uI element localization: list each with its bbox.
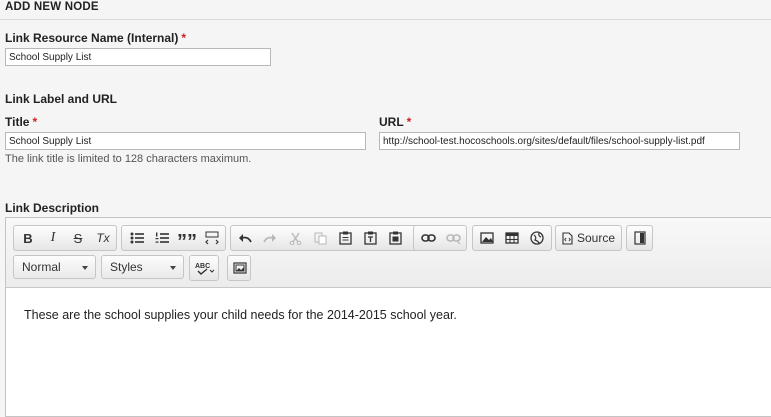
source-label: Source (577, 231, 616, 245)
link-icon (420, 234, 436, 242)
globe-icon (530, 231, 544, 245)
editor-toolbar: B I S Tx ”” Source Normal Styles ABC (6, 218, 771, 288)
insert-image-button[interactable] (475, 226, 499, 250)
format-value: Normal (22, 260, 61, 274)
editor-content[interactable]: These are the school supplies your child… (24, 308, 457, 322)
clipboard-group (230, 225, 418, 251)
spellcheck-icon: ABC (195, 263, 215, 275)
rich-text-editor: B I S Tx ”” Source Normal Styles ABC The… (5, 217, 771, 417)
iframe-button[interactable] (525, 226, 549, 250)
media-icon (233, 262, 247, 274)
redo-icon (263, 234, 276, 243)
scissors-icon (289, 232, 301, 245)
clipboard-icon (338, 231, 352, 245)
templates-icon (634, 231, 646, 245)
spellcheck-button[interactable]: ABC (191, 256, 219, 280)
url-label: URL * (379, 115, 411, 129)
remove-format-icon: Tx (96, 231, 110, 245)
template-group (626, 225, 653, 251)
required-asterisk: * (406, 115, 412, 129)
basic-styles-group: B I S Tx (13, 225, 117, 251)
templates-button[interactable] (628, 226, 652, 250)
copy-button[interactable] (308, 226, 332, 250)
title-input[interactable] (5, 132, 366, 150)
resource-name-label: Link Resource Name (Internal) * (5, 31, 186, 45)
page-header: ADD NEW NODE (0, 0, 771, 20)
styles-value: Styles (110, 260, 143, 274)
insert-media-button[interactable] (228, 256, 252, 280)
link-group (413, 225, 467, 251)
insert-table-button[interactable] (500, 226, 524, 250)
title-label: Title * (5, 115, 37, 129)
strikethrough-button[interactable]: S (66, 226, 90, 250)
cut-button[interactable] (283, 226, 307, 250)
numbered-list-icon (155, 232, 169, 243)
source-button[interactable]: Source (558, 226, 620, 250)
source-icon (562, 231, 573, 245)
redo-button[interactable] (258, 226, 282, 250)
svg-text:ABC: ABC (195, 263, 210, 270)
undo-button[interactable] (233, 226, 257, 250)
title-label-text: Title (5, 115, 30, 129)
image-icon (480, 232, 494, 244)
bold-button[interactable]: B (16, 226, 40, 250)
insert-group (472, 225, 552, 251)
url-input[interactable] (379, 132, 740, 150)
blockquote-icon: ”” (177, 230, 197, 253)
div-container-button[interactable] (200, 226, 224, 250)
title-help-text: The link title is limited to 128 charact… (5, 153, 252, 165)
italic-button[interactable]: I (41, 226, 65, 250)
url-label-text: URL (379, 115, 404, 129)
blockquote-button[interactable]: ”” (175, 226, 199, 253)
numbered-list-button[interactable] (150, 226, 174, 250)
paste-button[interactable] (333, 226, 357, 250)
bulleted-list-icon (130, 232, 144, 244)
paragraph-group: ”” (121, 225, 226, 253)
resource-name-label-text: Link Resource Name (Internal) (5, 31, 179, 45)
paste-text-icon (363, 231, 377, 245)
page-title: ADD NEW NODE (5, 1, 99, 13)
table-icon (505, 232, 519, 244)
unlink-button[interactable] (441, 226, 465, 250)
copy-icon (314, 232, 326, 244)
div-container-icon (205, 231, 219, 245)
description-label: Link Description (5, 201, 100, 215)
chevron-down-icon (82, 266, 88, 270)
link-section-heading: Link Label and URL (5, 92, 118, 106)
resource-name-input[interactable] (5, 48, 271, 66)
required-asterisk: * (181, 31, 187, 45)
link-button[interactable] (416, 226, 440, 250)
undo-icon (239, 234, 252, 243)
paste-text-button[interactable] (358, 226, 382, 250)
paste-word-icon (388, 231, 402, 245)
source-group: Source (555, 225, 622, 251)
unlink-icon (445, 234, 461, 244)
spellcheck-group: ABC (189, 255, 219, 281)
required-asterisk: * (32, 115, 38, 129)
chevron-down-icon (170, 266, 176, 270)
format-dropdown[interactable]: Normal (13, 255, 96, 279)
bulleted-list-button[interactable] (125, 226, 149, 250)
paste-from-word-button[interactable] (383, 226, 407, 250)
styles-dropdown[interactable]: Styles (101, 255, 184, 279)
media-group (227, 255, 251, 281)
remove-format-button[interactable]: Tx (91, 226, 115, 250)
